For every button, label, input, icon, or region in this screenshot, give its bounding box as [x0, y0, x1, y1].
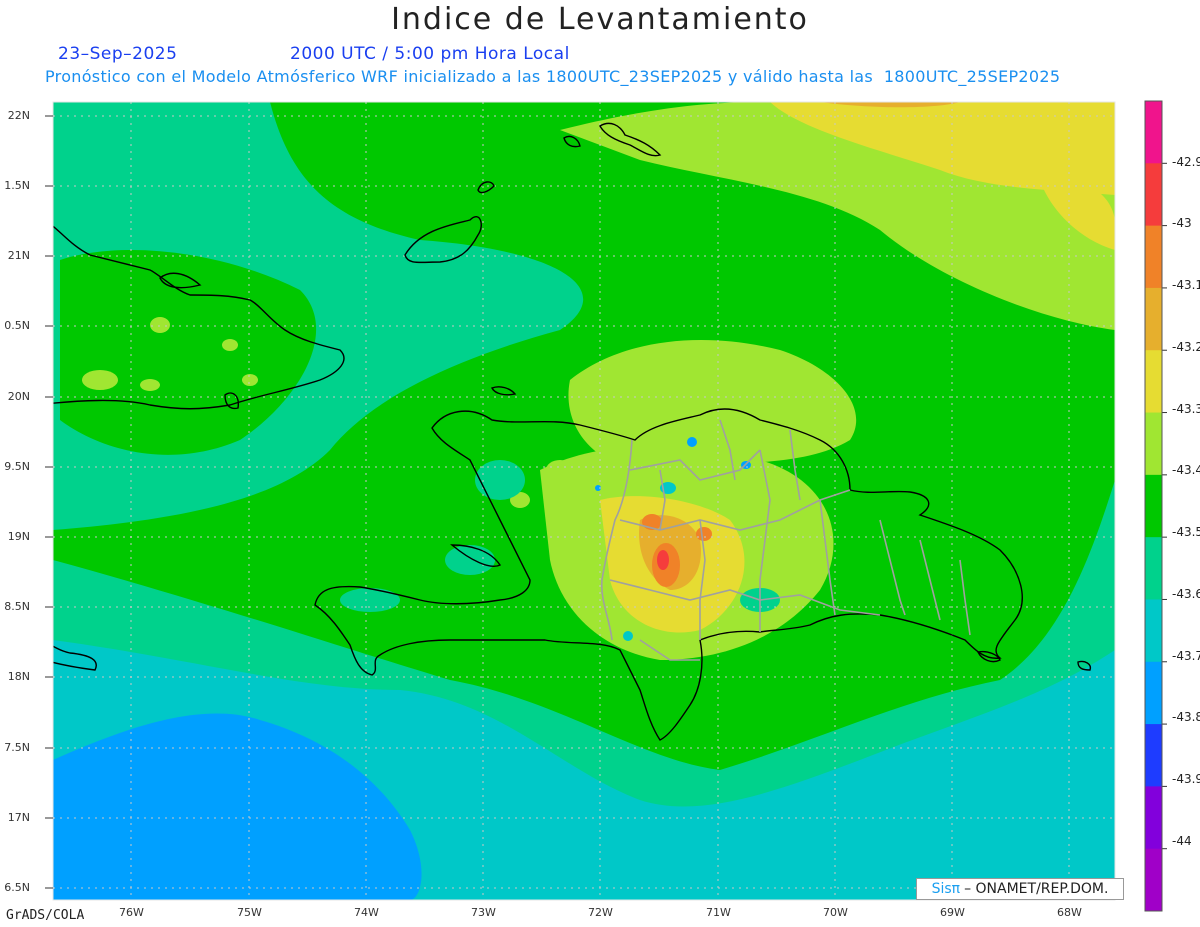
lat-label: 0.5N	[4, 319, 30, 332]
lat-label: 6.5N	[4, 881, 30, 894]
lat-label: 21N	[7, 249, 30, 262]
lon-label: 72W	[588, 906, 613, 919]
colorbar-label: -43.8	[1172, 710, 1200, 724]
sispi-logo: Sisπ	[931, 881, 961, 897]
lat-label: 19N	[7, 530, 30, 543]
colorbar-swatch	[1145, 225, 1162, 289]
colorbar-swatch	[1145, 724, 1162, 787]
colorbar	[1144, 100, 1167, 912]
colorbar-swatch	[1145, 786, 1162, 850]
colorbar-swatch	[1145, 412, 1162, 476]
colorbar-swatch	[1145, 661, 1162, 725]
lat-label: 18N	[7, 670, 30, 683]
credit-text: – ONAMET/REP.DOM.	[964, 881, 1109, 897]
forecast-subtitle: Pronóstico con el Modelo Atmósferico WRF…	[45, 67, 1061, 86]
colorbar-label: -43.3	[1172, 402, 1200, 416]
lifted-index-map	[45, 100, 1167, 912]
forecast-date: 23–Sep–2025	[58, 44, 178, 64]
colorbar-label: -43.5	[1172, 525, 1200, 539]
colorbar-label: -43.4	[1172, 463, 1200, 477]
colorbar-label: -43	[1172, 216, 1192, 230]
map-title: Indice de Levantamiento	[391, 2, 809, 37]
lat-label: 9.5N	[4, 460, 30, 473]
colorbar-swatch	[1145, 287, 1162, 351]
forecast-time: 2000 UTC / 5:00 pm Hora Local	[290, 44, 570, 64]
colorbar-label: -43.2	[1172, 340, 1200, 354]
lat-label: 20N	[7, 390, 30, 403]
colorbar-swatch	[1145, 163, 1162, 227]
lat-label: 1.5N	[4, 179, 30, 192]
lat-label: 17N	[7, 811, 30, 824]
colorbar-label: -43.1	[1172, 278, 1200, 292]
colorbar-label: -43.7	[1172, 649, 1200, 663]
colorbar-label: -44	[1172, 834, 1192, 848]
grads-footer: GrADS/COLA	[6, 908, 85, 923]
lon-label: 68W	[1057, 906, 1082, 919]
colorbar-swatch	[1145, 101, 1162, 164]
lon-label: 70W	[823, 906, 848, 919]
colorbar-label: -42.9	[1172, 155, 1200, 169]
credit-box: Sisπ – ONAMET/REP.DOM.	[916, 878, 1124, 900]
colorbar-label: -43.6	[1172, 587, 1200, 601]
lon-label: 73W	[471, 906, 496, 919]
lat-label: 8.5N	[4, 600, 30, 613]
colorbar-swatch	[1145, 350, 1162, 414]
colorbar-swatch	[1145, 848, 1162, 912]
colorbar-swatch	[1145, 474, 1162, 538]
field-layer	[53, 102, 1115, 900]
lon-label: 75W	[237, 906, 262, 919]
colorbar-swatch	[1145, 599, 1162, 663]
lat-label: 7.5N	[4, 741, 30, 754]
lon-label: 76W	[119, 906, 144, 919]
lat-label: 22N	[7, 109, 30, 122]
lon-label: 71W	[706, 906, 731, 919]
colorbar-swatch	[1145, 537, 1162, 600]
colorbar-label: -43.9	[1172, 772, 1200, 786]
lon-label: 74W	[354, 906, 379, 919]
lon-label: 69W	[940, 906, 965, 919]
